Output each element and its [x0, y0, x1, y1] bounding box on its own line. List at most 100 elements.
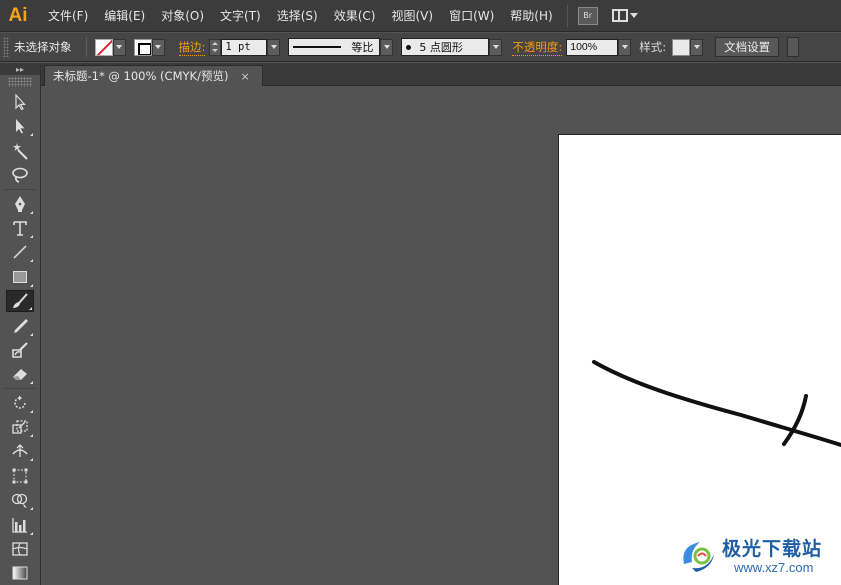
type-tool-icon — [13, 221, 27, 236]
direct-selection-tool[interactable] — [6, 115, 34, 137]
fill-swatch[interactable] — [94, 38, 113, 56]
tool-flyout-indicator — [30, 234, 33, 238]
drawing-layer — [592, 360, 841, 447]
tool-flyout-indicator — [30, 210, 33, 214]
menu-window[interactable]: 窗口(W) — [441, 0, 502, 32]
variable-width-profile[interactable]: 等比 — [288, 38, 381, 56]
profile-dropdown[interactable] — [380, 38, 394, 56]
selection-status: 未选择对象 — [14, 40, 72, 54]
tool-flyout-indicator — [30, 332, 33, 336]
watermark-url: www.xz7.com — [734, 560, 814, 575]
toolbox-grip[interactable] — [8, 77, 32, 87]
tool-flyout-indicator — [30, 133, 33, 137]
tool-flyout-indicator — [30, 507, 33, 511]
chevron-up-icon — [212, 41, 219, 45]
tool-flyout-indicator — [30, 283, 33, 287]
blob-brush-tool[interactable] — [6, 339, 34, 361]
menu-edit[interactable]: 编辑(E) — [96, 0, 153, 32]
graph-tool[interactable] — [6, 514, 34, 536]
close-icon[interactable]: × — [240, 70, 249, 83]
tool-flyout-indicator — [30, 434, 33, 438]
chevron-down-icon — [629, 13, 638, 18]
magic-wand-tool-icon — [13, 142, 28, 160]
stroke-dropdown[interactable] — [151, 38, 165, 56]
document-tab[interactable]: 未标题-1* @ 100% (CMYK/预览) × — [44, 65, 263, 86]
opacity-dropdown[interactable] — [618, 38, 632, 56]
mesh-tool[interactable] — [6, 538, 34, 560]
menu-help[interactable]: 帮助(H) — [502, 0, 560, 32]
divider — [85, 37, 87, 57]
stroke-weight-stepper[interactable] — [209, 38, 222, 56]
style-dropdown[interactable] — [690, 38, 704, 56]
control-bar-grip[interactable] — [3, 37, 9, 57]
canvas-area[interactable] — [41, 87, 841, 585]
stroke-swatch[interactable] — [133, 38, 152, 56]
magic-wand-tool[interactable] — [6, 140, 34, 162]
free-transform-tool[interactable] — [6, 465, 34, 487]
selection-tool[interactable] — [6, 91, 34, 113]
profile-line-icon — [293, 46, 342, 48]
pencil-tool-icon — [14, 318, 28, 333]
lasso-tool[interactable] — [6, 164, 34, 186]
brush-dropdown[interactable] — [489, 38, 503, 56]
menu-file[interactable]: 文件(F) — [40, 0, 96, 32]
workspace-switcher[interactable] — [611, 9, 638, 22]
menu-object[interactable]: 对象(O) — [153, 0, 212, 32]
shape-builder-tool[interactable] — [6, 489, 34, 511]
stroke-label[interactable]: 描边: — [178, 39, 206, 56]
watermark: 极光下载站 www.xz7.com — [678, 530, 838, 582]
line-segment-tool[interactable] — [6, 241, 34, 263]
rectangle-tool[interactable] — [6, 266, 34, 288]
tool-flyout-indicator — [30, 409, 33, 413]
pen-tool-icon — [15, 195, 25, 212]
opacity-field[interactable]: 100% — [566, 38, 619, 56]
graphic-style-swatch[interactable] — [672, 38, 691, 56]
width-tool-icon — [12, 444, 28, 458]
brush-label: 5 点圆形 — [419, 41, 463, 54]
scale-tool[interactable] — [6, 416, 34, 438]
menu-select[interactable]: 选择(S) — [269, 0, 326, 32]
rotate-tool-icon — [14, 395, 26, 409]
chevron-down-icon — [492, 45, 499, 49]
bridge-button[interactable]: Br — [577, 6, 598, 25]
gradient-tool[interactable] — [6, 562, 34, 584]
menu-separator — [566, 4, 568, 27]
gradient-tool-icon — [12, 566, 28, 580]
stroke-weight-field[interactable]: 1 pt — [221, 38, 268, 56]
graph-tool-icon — [12, 517, 27, 533]
stroke-weight-dropdown[interactable] — [267, 38, 281, 56]
document-setup-button[interactable]: 文档设置 — [715, 37, 780, 57]
paintbrush-tool[interactable] — [6, 290, 34, 313]
menu-effect[interactable]: 效果(C) — [326, 0, 384, 32]
width-tool[interactable] — [6, 440, 34, 462]
mesh-tool-icon — [12, 542, 28, 556]
menu-bar: Ai 文件(F) 编辑(E) 对象(O) 文字(T) 选择(S) 效果(C) 视… — [0, 0, 841, 32]
fill-dropdown[interactable] — [112, 38, 126, 56]
document-tab-title: 未标题-1* @ 100% (CMYK/预览) — [53, 69, 229, 83]
toolbox-divider — [4, 188, 36, 190]
tools-panel: ▸▸ — [0, 63, 41, 585]
preferences-button[interactable] — [787, 37, 800, 57]
tool-flyout-indicator — [29, 307, 32, 311]
type-tool[interactable] — [6, 217, 34, 239]
chevron-down-icon — [212, 49, 219, 53]
chevron-down-icon — [155, 45, 161, 49]
opacity-label[interactable]: 不透明度: — [512, 39, 563, 56]
free-transform-tool-icon — [12, 468, 28, 484]
watermark-logo-icon — [683, 542, 714, 572]
brush-definition[interactable]: 5 点圆形 — [401, 38, 490, 56]
pencil-tool[interactable] — [6, 315, 34, 337]
line-segment-tool-icon — [13, 245, 27, 259]
brush-stroke-cross[interactable] — [782, 394, 808, 446]
menu-type[interactable]: 文字(T) — [212, 0, 269, 32]
document-tab-bar: 未标题-1* @ 100% (CMYK/预览) × — [41, 63, 841, 86]
toolbox-divider — [4, 387, 36, 389]
lasso-tool-icon — [12, 167, 28, 183]
menu-view[interactable]: 视图(V) — [383, 0, 441, 32]
collapse-toolbox-icon[interactable]: ▸▸ — [0, 63, 40, 75]
style-label: 样式: — [639, 40, 667, 54]
pen-tool[interactable] — [6, 193, 34, 215]
rotate-tool[interactable] — [6, 392, 34, 414]
direct-selection-tool-icon — [16, 119, 25, 134]
eraser-tool[interactable] — [6, 363, 34, 385]
